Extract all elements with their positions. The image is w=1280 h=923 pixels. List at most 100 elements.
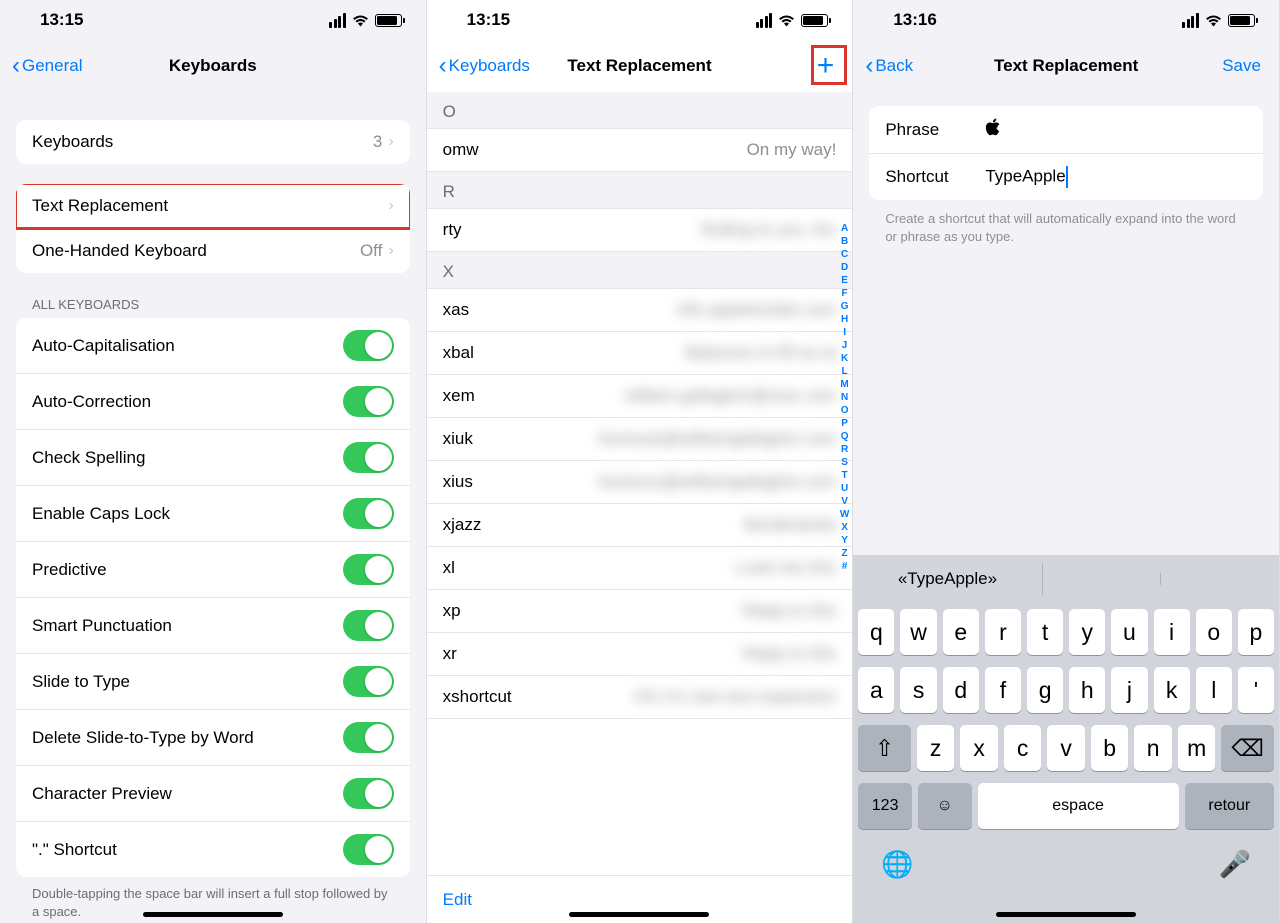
toggle-row[interactable]: Smart Punctuation [16,598,410,654]
mic-icon[interactable]: 🎤 [1219,849,1251,880]
shortcut-row[interactable]: Shortcut TypeApple [869,154,1263,200]
toggle-row[interactable]: Delete Slide-to-Type by Word [16,710,410,766]
toggle-row[interactable]: Auto-Capitalisation [16,318,410,374]
toggle-switch[interactable] [343,778,394,809]
edit-button[interactable]: Edit [443,890,472,910]
key-r[interactable]: r [985,609,1021,655]
key-t[interactable]: t [1027,609,1063,655]
key-e[interactable]: e [943,609,979,655]
key-n[interactable]: n [1134,725,1172,771]
key-123[interactable]: 123 [858,783,912,829]
replacement-row[interactable]: xshortcutOS X's own text expansion [427,676,853,719]
text-replacement-row[interactable]: Text Replacement › [16,184,410,229]
toggle-switch[interactable] [343,722,394,753]
key-s[interactable]: s [900,667,936,713]
key-emoji[interactable]: ☺ [918,783,972,829]
home-indicator[interactable] [143,912,283,917]
toggle-row[interactable]: "." Shortcut [16,822,410,877]
keyboard[interactable]: «TypeApple» qwertyuiop asdfghjkl' ⇧zxcvb… [853,555,1279,923]
key-p[interactable]: p [1238,609,1274,655]
suggestion-verbatim[interactable]: «TypeApple» [853,563,1042,595]
key-o[interactable]: o [1196,609,1232,655]
add-button[interactable]: + [807,47,845,85]
key-c[interactable]: c [1004,725,1042,771]
key-b[interactable]: b [1091,725,1129,771]
globe-icon[interactable]: 🌐 [881,849,913,880]
toggle-switch[interactable] [343,442,394,473]
replacement-row[interactable]: omwOn my way! [427,129,853,172]
key-f[interactable]: f [985,667,1021,713]
replacement-row[interactable]: xiusitunesus@williamgallagher.com [427,461,853,504]
toggle-row[interactable]: Check Spelling [16,430,410,486]
replacement-row[interactable]: xasinfo.appleinsider.com [427,289,853,332]
toggle-switch[interactable] [343,554,394,585]
key-space[interactable]: espace [978,783,1179,829]
row-label: Enable Caps Lock [32,504,343,524]
toggle-row[interactable]: Character Preview [16,766,410,822]
key-row: asdfghjkl' [853,661,1279,719]
key-d[interactable]: d [943,667,979,713]
replacement-row[interactable]: xjazzBorderlands [427,504,853,547]
toggle-switch[interactable] [343,386,394,417]
replacement-row[interactable]: xpReply to this [427,590,853,633]
key-u[interactable]: u [1111,609,1147,655]
key-shift[interactable]: ⇧ [858,725,911,771]
key-l[interactable]: l [1196,667,1232,713]
key-'[interactable]: ' [1238,667,1274,713]
key-y[interactable]: y [1069,609,1105,655]
key-w[interactable]: w [900,609,936,655]
suggestion-bar[interactable]: «TypeApple» [853,555,1279,603]
back-button[interactable]: ‹ General [8,50,86,82]
replacement-row[interactable]: rtyRolling to you, thx [427,209,853,252]
toggle-row[interactable]: Enable Caps Lock [16,486,410,542]
key-h[interactable]: h [1069,667,1105,713]
row-detail: 3 [373,132,382,152]
home-indicator[interactable] [996,912,1136,917]
toggle-switch[interactable] [343,330,394,361]
home-indicator[interactable] [569,912,709,917]
toggle-switch[interactable] [343,498,394,529]
key-x[interactable]: x [960,725,998,771]
key-delete[interactable]: ⌫ [1221,725,1274,771]
suggestion-slot[interactable] [1043,573,1162,585]
key-v[interactable]: v [1047,725,1085,771]
one-handed-row[interactable]: One-Handed Keyboard Off › [16,229,410,273]
shortcut-key: xl [443,558,553,578]
toggle-switch[interactable] [343,834,394,865]
shortcut-value[interactable]: TypeApple [985,166,1247,188]
replacement-row[interactable]: xemwilliam.gallagher@mac.com [427,375,853,418]
replacement-list[interactable]: OomwOn my way!RrtyRolling to you, thxXxa… [427,92,853,875]
key-k[interactable]: k [1154,667,1190,713]
toggle-row[interactable]: Slide to Type [16,654,410,710]
back-button[interactable]: ‹ Back [861,50,917,82]
suggestion-slot[interactable] [1161,573,1279,585]
key-q[interactable]: q [858,609,894,655]
toggle-switch[interactable] [343,666,394,697]
keyboards-row[interactable]: Keyboards 3 › [16,120,410,164]
save-button[interactable]: Save [1212,52,1271,80]
phrase-value: Look into this [553,558,837,578]
battery-icon [1228,14,1255,27]
toggle-row[interactable]: Predictive [16,542,410,598]
back-button[interactable]: ‹ Keyboards [435,50,534,82]
key-a[interactable]: a [858,667,894,713]
cellular-icon [1182,13,1199,28]
alpha-index[interactable]: ABCDEFGHIJKLMNOPQRSTUVWXYZ# [840,222,849,573]
replacement-row[interactable]: xbalBalances to fill as at [427,332,853,375]
phrase-value[interactable] [985,118,1247,141]
key-z[interactable]: z [917,725,955,771]
phrase-row[interactable]: Phrase [869,106,1263,154]
replacement-row[interactable]: xlLook into this [427,547,853,590]
replacement-row[interactable]: xiukitunesuk@williamgallagher.com [427,418,853,461]
row-label: Keyboards [32,132,373,152]
key-j[interactable]: j [1111,667,1147,713]
phrase-value: Reply to this [553,601,837,621]
phrase-value: william.gallagher@mac.com [553,386,837,406]
toggle-row[interactable]: Auto-Correction [16,374,410,430]
key-g[interactable]: g [1027,667,1063,713]
key-m[interactable]: m [1178,725,1216,771]
key-i[interactable]: i [1154,609,1190,655]
replacement-row[interactable]: xrReply to this [427,633,853,676]
key-return[interactable]: retour [1185,783,1274,829]
toggle-switch[interactable] [343,610,394,641]
